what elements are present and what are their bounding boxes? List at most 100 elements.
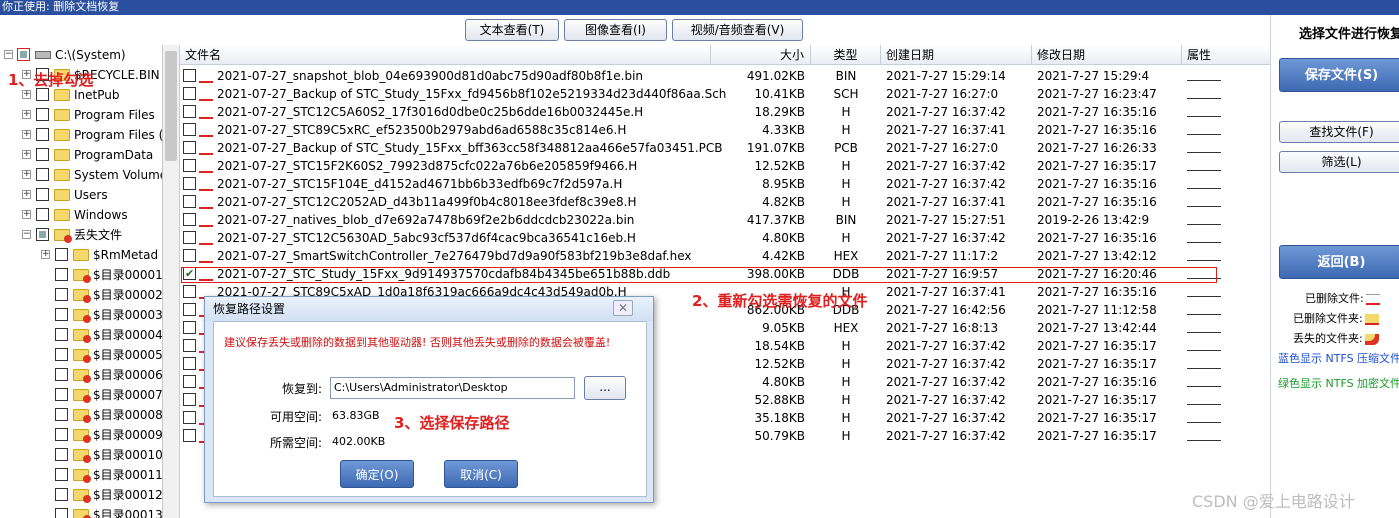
table-row[interactable]: 2021-07-27_Backup of STC_Study_15Fxx_bff… — [180, 139, 1270, 157]
table-row[interactable]: 2021-07-27_STC12C5A60S2_17f3016d0dbe0c25… — [180, 103, 1270, 121]
tree-checkbox[interactable] — [55, 288, 68, 301]
tree-item-lost-files[interactable]: − 丢失文件 — [0, 225, 162, 245]
tree-item-users[interactable]: + Users — [0, 185, 162, 205]
tree-checkbox[interactable] — [55, 408, 68, 421]
tree-checkbox[interactable] — [55, 428, 68, 441]
tree-item-dir[interactable]: $目录00008 — [0, 405, 162, 425]
save-file-button[interactable]: 保存文件(S) — [1279, 58, 1399, 92]
tree-item-windows[interactable]: + Windows — [0, 205, 162, 225]
tree-item-dir[interactable]: $目录00004 — [0, 325, 162, 345]
tree-checkbox[interactable] — [36, 208, 49, 221]
tree-checkbox[interactable] — [55, 468, 68, 481]
image-view-button[interactable]: 图像查看(I) — [564, 19, 667, 41]
tree-scrollbar[interactable] — [163, 45, 180, 518]
close-icon[interactable]: ✕ — [613, 300, 633, 316]
row-checkbox[interactable] — [183, 375, 196, 388]
tree-item-programdata[interactable]: + ProgramData — [0, 145, 162, 165]
collapse-icon[interactable]: − — [22, 230, 31, 239]
find-file-button[interactable]: 查找文件(F) — [1279, 121, 1399, 143]
tree-checkbox[interactable] — [55, 308, 68, 321]
expand-icon[interactable]: + — [22, 210, 31, 219]
row-checkbox[interactable] — [183, 123, 196, 136]
row-checkbox[interactable] — [183, 285, 196, 298]
table-row[interactable]: 2021-07-27_SmartSwitchController_7e27647… — [180, 247, 1270, 265]
back-button[interactable]: 返回(B) — [1279, 245, 1399, 279]
tree-item-dir[interactable]: $目录00001 — [0, 265, 162, 285]
tree-item-system-volume[interactable]: + System Volume — [0, 165, 162, 185]
table-row[interactable]: 2021-07-27_snapshot_blob_04e693900d81d0a… — [180, 67, 1270, 85]
col-created[interactable]: 创建日期 — [881, 45, 1032, 65]
tree-scroll-thumb[interactable] — [165, 51, 177, 161]
tree-item-dir[interactable]: $目录00002 — [0, 285, 162, 305]
tree-item-dir[interactable]: $目录00013 — [0, 505, 162, 518]
tree-item-dir[interactable]: $目录00006 — [0, 365, 162, 385]
expand-icon[interactable]: + — [22, 190, 31, 199]
row-checkbox[interactable] — [183, 411, 196, 424]
tree-checkbox[interactable] — [55, 248, 68, 261]
row-checkbox[interactable] — [183, 195, 196, 208]
row-checkbox[interactable] — [183, 105, 196, 118]
tree-item-dir[interactable]: $目录00009 — [0, 425, 162, 445]
cancel-button[interactable]: 取消(C) — [444, 460, 518, 488]
row-checkbox[interactable] — [183, 231, 196, 244]
row-checkbox[interactable] — [183, 69, 196, 82]
tree-checkbox[interactable] — [55, 388, 68, 401]
table-row[interactable]: 2021-07-27_STC15F104E_d4152ad4671bb6b33e… — [180, 175, 1270, 193]
row-checkbox[interactable] — [183, 87, 196, 100]
tree-checkbox[interactable] — [55, 348, 68, 361]
text-view-button[interactable]: 文本查看(T) — [465, 19, 559, 41]
row-checkbox[interactable] — [183, 159, 196, 172]
table-row[interactable]: 2021-07-27_STC12C5630AD_5abc93cf537d6f4c… — [180, 229, 1270, 247]
tree-item-dir[interactable]: $目录00011 — [0, 465, 162, 485]
ok-button[interactable]: 确定(O) — [340, 460, 414, 488]
row-checkbox[interactable] — [183, 213, 196, 226]
row-checkbox[interactable] — [183, 177, 196, 190]
restore-path-input[interactable]: C:\Users\Administrator\Desktop — [330, 377, 575, 399]
tree-item-dir[interactable]: $目录00005 — [0, 345, 162, 365]
tree-root[interactable]: − C:\(System) — [0, 45, 162, 65]
tree-item-dir[interactable]: $目录00010 — [0, 445, 162, 465]
row-checkbox[interactable] — [183, 357, 196, 370]
tree-checkbox[interactable] — [55, 488, 68, 501]
col-attr[interactable]: 属性 — [1182, 45, 1270, 65]
table-row[interactable]: 2021-07-27_Backup of STC_Study_15Fxx_fd9… — [180, 85, 1270, 103]
browse-button[interactable]: ... — [584, 376, 626, 400]
row-checkbox[interactable] — [183, 393, 196, 406]
tree-item-dir[interactable]: $目录00012 — [0, 485, 162, 505]
expand-icon[interactable]: + — [22, 130, 31, 139]
row-checkbox[interactable] — [183, 339, 196, 352]
tree-checkbox[interactable] — [36, 108, 49, 121]
col-size[interactable]: 大小 — [711, 45, 811, 65]
expand-icon[interactable]: + — [22, 150, 31, 159]
expand-icon[interactable]: + — [22, 90, 31, 99]
expand-icon[interactable]: + — [22, 170, 31, 179]
table-row[interactable]: 2021-07-27_STC15F2K60S2_79923d875cfc022a… — [180, 157, 1270, 175]
row-checkbox[interactable] — [183, 321, 196, 334]
tree-item-rmmetadata[interactable]: + $RmMetad — [0, 245, 162, 265]
tree-checkbox[interactable] — [36, 148, 49, 161]
col-modified[interactable]: 修改日期 — [1032, 45, 1182, 65]
tree-item-program-files-x86[interactable]: + Program Files ( — [0, 125, 162, 145]
table-row[interactable]: 2021-07-27_STC12C2052AD_d43b11a499f0b4c8… — [180, 193, 1270, 211]
col-name[interactable]: 文件名 — [180, 45, 711, 65]
tree-item-dir[interactable]: $目录00003 — [0, 305, 162, 325]
tree-item-dir[interactable]: $目录00007 — [0, 385, 162, 405]
video-view-button[interactable]: 视频/音频查看(V) — [672, 19, 803, 41]
tree-item-program-files[interactable]: + Program Files — [0, 105, 162, 125]
tree-checkbox[interactable] — [36, 128, 49, 141]
tree-checkbox[interactable] — [55, 268, 68, 281]
row-checkbox[interactable] — [183, 249, 196, 262]
tree-checkbox[interactable] — [55, 328, 68, 341]
tree-checkbox[interactable] — [55, 368, 68, 381]
tree-checkbox[interactable] — [17, 48, 30, 61]
filter-button[interactable]: 筛选(L) — [1279, 151, 1399, 173]
row-checkbox[interactable] — [183, 429, 196, 442]
col-type[interactable]: 类型 — [811, 45, 881, 65]
tree-checkbox[interactable] — [55, 448, 68, 461]
row-checkbox[interactable] — [183, 303, 196, 316]
tree-checkbox[interactable] — [36, 188, 49, 201]
table-row[interactable]: 2021-07-27_natives_blob_d7e692a7478b69f2… — [180, 211, 1270, 229]
expand-icon[interactable]: + — [41, 250, 50, 259]
tree-checkbox[interactable] — [36, 228, 49, 241]
row-checkbox[interactable] — [183, 141, 196, 154]
